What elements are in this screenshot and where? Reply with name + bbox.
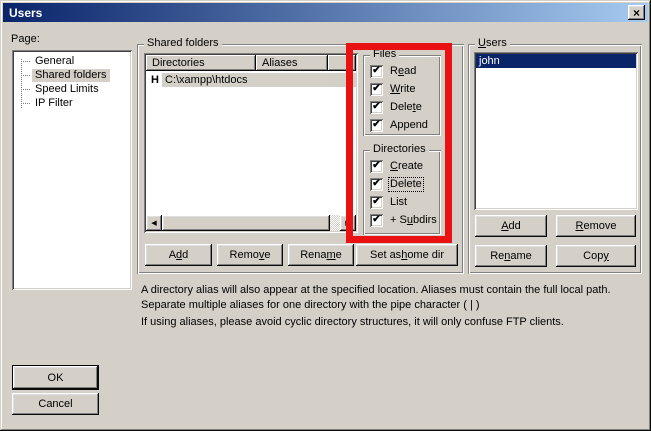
shared-folders-group-label: Shared folders [144, 37, 222, 50]
remove-folder-button[interactable]: Remove [217, 244, 283, 266]
user-row-john[interactable]: john [476, 54, 636, 68]
checkbox-icon: ✔ [370, 101, 383, 114]
copy-user-button[interactable]: Copy [556, 245, 636, 267]
scroll-track[interactable] [330, 215, 340, 231]
tree-lines [21, 59, 22, 108]
close-button[interactable]: × [628, 5, 645, 20]
add-folder-button[interactable]: Add [145, 244, 212, 266]
directory-path: C:\xampp\htdocs [162, 73, 356, 87]
column-header-directories[interactable]: Directories [146, 55, 256, 71]
checkbox-icon: ✔ [370, 196, 383, 209]
directories-list: Directories Aliases H C:\xampp\htdocs ◀ … [144, 53, 358, 233]
ok-button[interactable]: OK [12, 365, 99, 390]
checkbox-icon: ✔ [370, 83, 383, 96]
close-icon: × [633, 7, 640, 19]
scroll-right-button[interactable]: ▶ [340, 215, 356, 231]
cancel-button[interactable]: Cancel [12, 393, 99, 415]
tree-item-ip-filter[interactable]: IP Filter [15, 96, 129, 110]
checkbox-label: Delete [389, 178, 423, 191]
users-group-label: Users [475, 37, 510, 50]
scroll-left-button[interactable]: ◀ [146, 215, 162, 231]
checkbox-dirs-subdirs[interactable]: ✔ + Subdirs [370, 214, 441, 227]
rename-user-button[interactable]: Rename [475, 245, 547, 267]
users-list: john [474, 52, 638, 210]
column-header-filler [328, 55, 356, 71]
checkbox-label: Write [389, 83, 416, 96]
tree-item-general[interactable]: General [15, 54, 129, 68]
add-user-button[interactable]: Add [475, 215, 547, 237]
checkbox-files-write[interactable]: ✔ Write [370, 83, 441, 96]
directories-group-label: Directories [370, 143, 429, 156]
scroll-left-icon: ◀ [151, 219, 156, 227]
rename-folder-button[interactable]: Rename [288, 244, 354, 266]
home-marker: H [151, 74, 162, 86]
checkbox-icon: ✔ [370, 65, 383, 78]
files-group-label: Files [370, 48, 399, 61]
remove-user-button[interactable]: Remove [556, 215, 636, 237]
scroll-right-icon: ▶ [345, 219, 350, 227]
directory-row[interactable]: H C:\xampp\htdocs [146, 73, 356, 87]
notes-paragraph-2: If using aliases, please avoid cyclic di… [141, 315, 651, 330]
scroll-thumb[interactable] [162, 215, 330, 231]
window-title: Users [9, 6, 42, 20]
horizontal-scrollbar: ◀ ▶ [146, 215, 356, 231]
checkbox-icon: ✔ [370, 178, 383, 191]
page-label: Page: [11, 33, 40, 45]
checkbox-label: Delete [389, 101, 423, 114]
checkbox-label: Create [389, 160, 424, 173]
tree-stub-icon [21, 61, 30, 62]
checkbox-files-delete[interactable]: ✔ Delete [370, 101, 441, 114]
checkbox-dirs-delete[interactable]: ✔ Delete [370, 178, 441, 191]
tree-item-speed-limits[interactable]: Speed Limits [15, 82, 129, 96]
tree-stub-icon [21, 103, 30, 104]
checkbox-icon: ✔ [370, 119, 383, 132]
page-list: General Shared folders Speed Limits IP F… [12, 50, 132, 290]
column-header-aliases[interactable]: Aliases [256, 55, 328, 71]
checkbox-label: Append [389, 119, 429, 132]
directories-permission-group: Directories ✔ Create ✔ Delete ✔ List ✔ +… [363, 150, 441, 235]
list-header: Directories Aliases [146, 55, 356, 71]
checkbox-dirs-list[interactable]: ✔ List [370, 196, 441, 209]
titlebar[interactable]: Users × [3, 3, 648, 22]
tree-stub-icon [21, 75, 30, 76]
checkbox-icon: ✔ [370, 160, 383, 173]
checkbox-label: List [389, 196, 408, 209]
checkbox-icon: ✔ [370, 214, 383, 227]
checkbox-label: + Subdirs [389, 214, 438, 227]
list-body: H C:\xampp\htdocs [146, 71, 356, 215]
checkbox-dirs-create[interactable]: ✔ Create [370, 160, 441, 173]
checkbox-files-read[interactable]: ✔ Read [370, 65, 441, 78]
tree-stub-icon [21, 89, 30, 90]
users-dialog: Users × Page: General Shared folders Spe… [0, 0, 651, 431]
files-group: Files ✔ Read ✔ Write ✔ Delete ✔ Append [363, 55, 441, 136]
checkbox-files-append[interactable]: ✔ Append [370, 119, 441, 132]
set-home-dir-button[interactable]: Set as home dir [356, 244, 458, 266]
notes-paragraph-1: A directory alias will also appear at th… [141, 283, 651, 313]
checkbox-label: Read [389, 65, 417, 78]
tree-item-shared-folders[interactable]: Shared folders [15, 68, 129, 82]
